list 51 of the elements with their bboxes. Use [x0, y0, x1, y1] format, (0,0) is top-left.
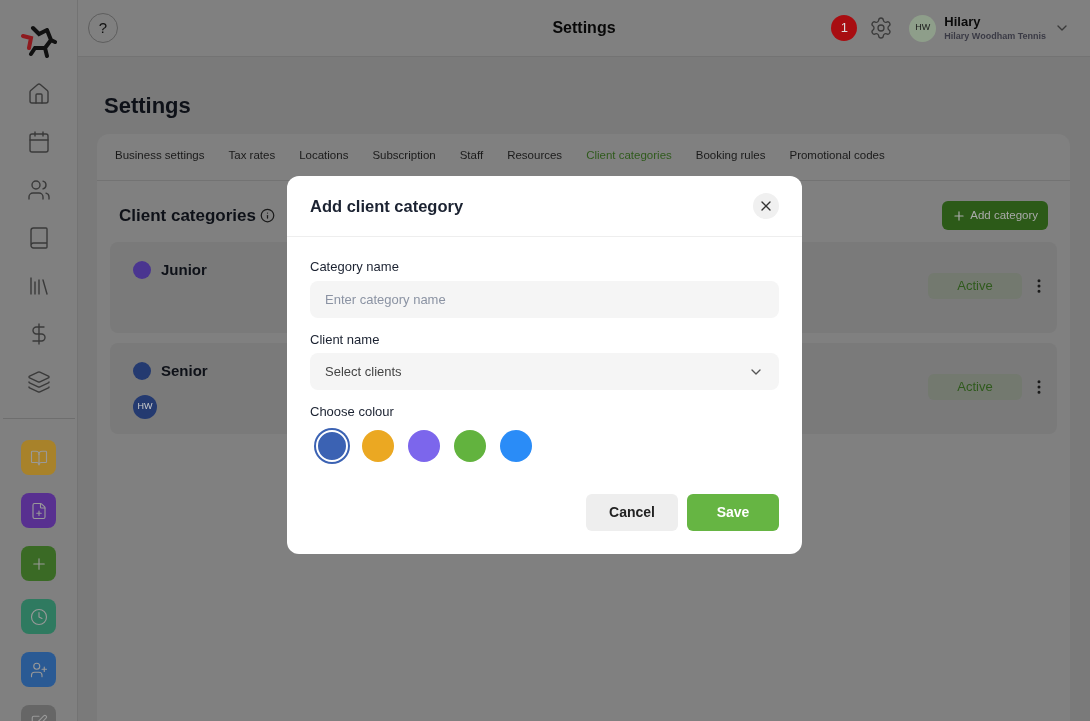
settings-icon[interactable]	[869, 16, 894, 40]
select-field[interactable]: Select clients	[310, 353, 779, 390]
house-icon[interactable]	[26, 82, 51, 106]
settings-tab[interactable]: Promotional codes	[777, 134, 897, 180]
section-title: Client categories	[119, 204, 256, 227]
settings-tab[interactable]: Locations	[287, 134, 361, 180]
calendar-icon[interactable]	[26, 130, 51, 154]
add-category-button[interactable]: Add category	[942, 201, 1048, 230]
text-field[interactable]: Enter category name	[310, 280, 779, 318]
status-badge: Active	[928, 374, 1022, 400]
field-label: Choose colour	[310, 403, 395, 421]
quick-action-button[interactable]	[21, 493, 56, 528]
plus-icon	[952, 208, 967, 223]
business-name: Hilary Woodham Tennis	[944, 30, 1046, 42]
settings-tab[interactable]: Business settings	[103, 134, 217, 180]
field-label: Category name	[310, 258, 400, 276]
dialog-title: Add client category	[310, 195, 464, 217]
settings-tab[interactable]: Staff	[447, 134, 496, 180]
status-badge: Active	[928, 273, 1022, 299]
client-avatar: HW	[133, 394, 157, 419]
quick-action-button[interactable]	[21, 652, 56, 687]
settings-tab[interactable]: Booking rules	[683, 134, 778, 180]
colour-swatch[interactable]	[408, 429, 440, 462]
save-button[interactable]: Save	[687, 493, 779, 531]
colour-swatch[interactable]	[362, 429, 394, 462]
avatar: HW	[909, 14, 937, 42]
colour-swatch[interactable]	[454, 429, 486, 462]
settings-tab[interactable]: Resources	[495, 134, 575, 180]
people-icon[interactable]	[26, 178, 51, 202]
page-header-title: Settings	[552, 18, 616, 38]
info-icon[interactable]	[260, 208, 275, 223]
field-label: Client name	[310, 330, 381, 349]
quick-action-button[interactable]	[21, 546, 56, 581]
page-title: Settings	[104, 92, 192, 120]
user-name: Hilary	[944, 14, 982, 31]
cancel-button[interactable]: Cancel	[586, 493, 678, 531]
colour-swatch[interactable]	[500, 429, 532, 462]
category-name: Senior	[161, 361, 208, 381]
colour-swatch[interactable]	[316, 429, 348, 462]
close-button[interactable]	[753, 193, 779, 219]
notification-badge[interactable]: 1	[831, 15, 858, 41]
file-plus-icon	[29, 501, 48, 520]
settings-tab[interactable]: Tax rates	[216, 134, 288, 180]
category-name: Junior	[161, 260, 207, 280]
layers-icon[interactable]	[26, 370, 51, 394]
clock-icon	[29, 607, 48, 626]
logo-icon	[20, 24, 57, 58]
quick-action-button[interactable]	[21, 599, 56, 634]
user-plus-icon	[29, 660, 48, 679]
open-book-icon	[29, 448, 48, 467]
settings-tab[interactable]: Subscription	[360, 134, 448, 180]
